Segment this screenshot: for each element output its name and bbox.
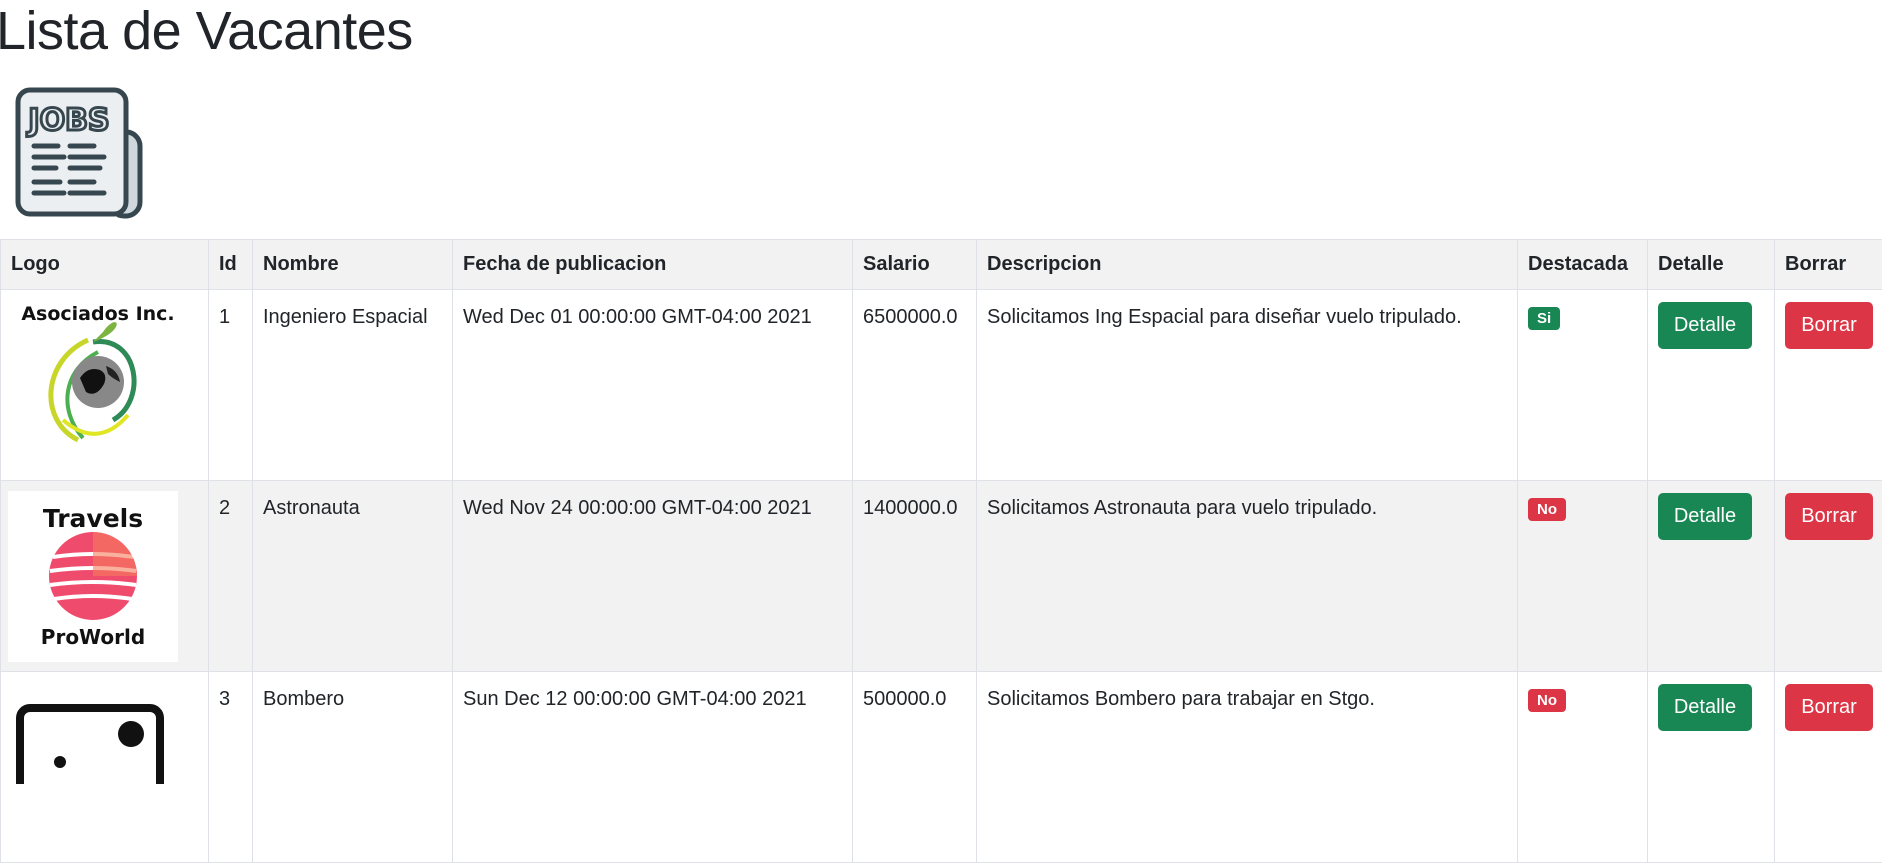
cell-salario: 1400000.0 [853, 481, 977, 672]
vacantes-table: Logo Id Nombre Fecha de publicacion Sala… [0, 239, 1882, 863]
cell-nombre: Ingeniero Espacial [253, 290, 453, 481]
table-row: Asociados Inc. 1 Ingeniero Espacial Wed … [1, 290, 1882, 481]
column-header-borrar: Borrar [1775, 240, 1882, 290]
cell-detalle: Detalle [1648, 290, 1775, 481]
company-logo [8, 704, 178, 784]
logo-cell: Asociados Inc. [1, 290, 209, 481]
detalle-button[interactable]: Detalle [1658, 302, 1752, 349]
destacada-badge: No [1528, 689, 1566, 712]
svg-text:Asociados Inc.: Asociados Inc. [21, 303, 174, 325]
cell-descripcion: Solicitamos Ing Espacial para diseñar vu… [977, 290, 1518, 481]
table-header-row: Logo Id Nombre Fecha de publicacion Sala… [1, 240, 1882, 290]
cell-fecha: Sun Dec 12 00:00:00 GMT-04:00 2021 [453, 672, 853, 863]
destacada-badge: No [1528, 498, 1566, 521]
company-logo: Travels ProWorld [8, 491, 178, 662]
destacada-badge: Si [1528, 307, 1560, 330]
column-header-descripcion: Descripcion [977, 240, 1518, 290]
cell-nombre: Bombero [253, 672, 453, 863]
column-header-fecha: Fecha de publicacion [453, 240, 853, 290]
column-header-detalle: Detalle [1648, 240, 1775, 290]
cell-id: 1 [209, 290, 253, 481]
borrar-button[interactable]: Borrar [1785, 493, 1873, 540]
cell-id: 2 [209, 481, 253, 672]
detalle-button[interactable]: Detalle [1658, 493, 1752, 540]
cell-descripcion: Solicitamos Bombero para trabajar en Stg… [977, 672, 1518, 863]
cell-destacada: Si [1518, 290, 1648, 481]
column-header-salario: Salario [853, 240, 977, 290]
svg-text:ProWorld: ProWorld [41, 625, 145, 649]
svg-text:JOBS: JOBS [26, 103, 109, 138]
cell-detalle: Detalle [1648, 672, 1775, 863]
cell-nombre: Astronauta [253, 481, 453, 672]
cell-salario: 500000.0 [853, 672, 977, 863]
cell-borrar: Borrar [1775, 481, 1882, 672]
table-row: 3 Bombero Sun Dec 12 00:00:00 GMT-04:00 … [1, 672, 1882, 863]
cell-destacada: No [1518, 672, 1648, 863]
borrar-button[interactable]: Borrar [1785, 302, 1873, 349]
svg-text:Travels: Travels [43, 504, 143, 533]
logo-cell [1, 672, 209, 863]
cell-borrar: Borrar [1775, 672, 1882, 863]
cell-fecha: Wed Nov 24 00:00:00 GMT-04:00 2021 [453, 481, 853, 672]
cell-salario: 6500000.0 [853, 290, 977, 481]
column-header-destacada: Destacada [1518, 240, 1648, 290]
column-header-id: Id [209, 240, 253, 290]
cell-detalle: Detalle [1648, 481, 1775, 672]
company-logo: Asociados Inc. [8, 290, 178, 452]
page-title: Lista de Vacantes [0, 0, 413, 62]
jobs-newspaper-icon: JOBS [14, 86, 150, 220]
cell-borrar: Borrar [1775, 290, 1882, 481]
cell-id: 3 [209, 672, 253, 863]
detalle-button[interactable]: Detalle [1658, 684, 1752, 731]
cell-descripcion: Solicitamos Astronauta para vuelo tripul… [977, 481, 1518, 672]
column-header-nombre: Nombre [253, 240, 453, 290]
borrar-button[interactable]: Borrar [1785, 684, 1873, 731]
column-header-logo: Logo [1, 240, 209, 290]
logo-cell: Travels ProWorld [1, 481, 209, 672]
cell-fecha: Wed Dec 01 00:00:00 GMT-04:00 2021 [453, 290, 853, 481]
cell-destacada: No [1518, 481, 1648, 672]
table-row: Travels ProWorld 2 Astronauta Wed Nov 24… [1, 481, 1882, 672]
